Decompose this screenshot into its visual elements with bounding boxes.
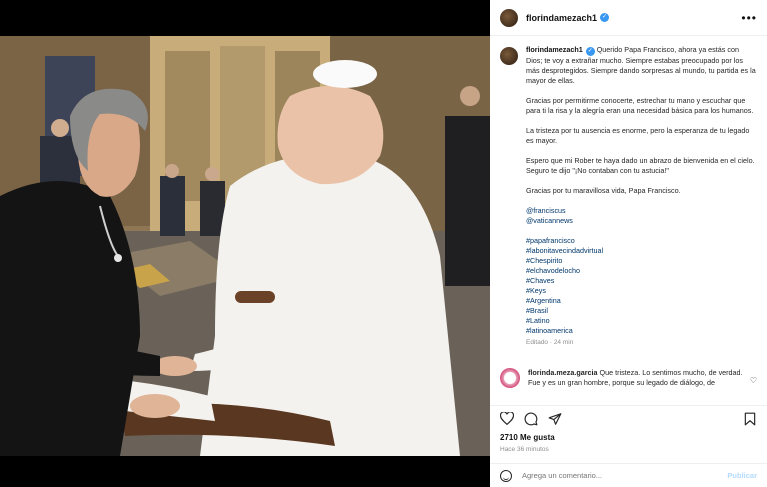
hashtag-link[interactable]: #elchavodelocho xyxy=(526,266,757,276)
post-media-container xyxy=(0,0,490,487)
comment-body: florinda.meza.garcia Que tristeza. Lo se… xyxy=(528,368,746,404)
caption-paragraph-2: Gracias por permitirme conocerte, estrec… xyxy=(526,96,754,115)
share-icon[interactable] xyxy=(548,412,562,426)
add-comment-bar: Publicar xyxy=(490,463,767,487)
post-time: Hace 36 minutos xyxy=(500,446,549,453)
likes-count[interactable]: 2710 Me gusta xyxy=(500,433,555,442)
action-bar xyxy=(490,405,767,431)
edited-timestamp: Editado · 24 min xyxy=(526,339,574,346)
commenter-avatar[interactable] xyxy=(500,368,520,388)
comment-text: Que tristeza. Lo sentimos mucho, de verd… xyxy=(599,368,743,377)
caption-paragraph-4: Espero que mi Rober te haya dado un abra… xyxy=(526,156,755,175)
comment-input[interactable] xyxy=(522,471,702,480)
caption-paragraph-5: Gracias por tu maravillosa vida, Papa Fr… xyxy=(526,186,681,195)
hashtag-link[interactable]: #Chespirito xyxy=(526,256,757,266)
post-header: florindamezach1 ✓ ••• xyxy=(490,0,767,36)
hashtag-link[interactable]: #Argentina xyxy=(526,296,757,306)
post-side-panel: florindamezach1 ✓ ••• florindamezach1 ✓ Q… xyxy=(490,0,767,487)
hashtag-link[interactable]: #Brasil xyxy=(526,306,757,316)
verified-badge-icon: ✓ xyxy=(600,13,610,22)
comment-icon[interactable] xyxy=(524,412,538,426)
mention-link[interactable]: @vaticannews xyxy=(526,216,757,226)
publish-button[interactable]: Publicar xyxy=(727,471,757,480)
post-photo[interactable] xyxy=(0,36,490,456)
more-options-icon[interactable]: ••• xyxy=(741,11,757,25)
bookmark-icon[interactable] xyxy=(743,412,757,426)
hashtag-link[interactable]: #Chaves xyxy=(526,276,757,286)
photo-illustration xyxy=(0,36,490,456)
comment-item: florinda.meza.garcia Que tristeza. Lo se… xyxy=(490,368,767,404)
caption-author-avatar[interactable] xyxy=(500,47,518,65)
hashtag-link[interactable]: #latinoamerica xyxy=(526,326,757,336)
comment-like-icon[interactable]: ♡ xyxy=(750,376,757,404)
verified-badge-icon: ✓ xyxy=(585,47,595,56)
commenter-username[interactable]: florinda.meza.garcia xyxy=(528,368,598,377)
caption-username[interactable]: florindamezach1 xyxy=(526,45,583,54)
heart-icon[interactable] xyxy=(500,412,514,426)
hashtag-link[interactable]: #Latino xyxy=(526,316,757,326)
hashtag-link[interactable]: #papafrancisco xyxy=(526,236,757,246)
author-avatar[interactable] xyxy=(500,8,518,27)
mention-link[interactable]: @franciscus xyxy=(526,206,757,216)
comment-text-continued: Fue y es un gran hombre, porque su legad… xyxy=(528,378,716,387)
caption-paragraph-3: La tristeza por tu ausencia es enorme, p… xyxy=(526,126,750,145)
caption-body: florindamezach1 ✓ Querido Papa Francisco,… xyxy=(526,45,757,348)
caption-section: florindamezach1 ✓ Querido Papa Francisco,… xyxy=(490,37,767,359)
hashtag-link[interactable]: #Keys xyxy=(526,286,757,296)
hashtag-link[interactable]: #labonitavecindadvirtual xyxy=(526,246,757,256)
author-username[interactable]: florindamezach1 xyxy=(526,13,597,23)
emoji-icon[interactable] xyxy=(500,469,512,482)
